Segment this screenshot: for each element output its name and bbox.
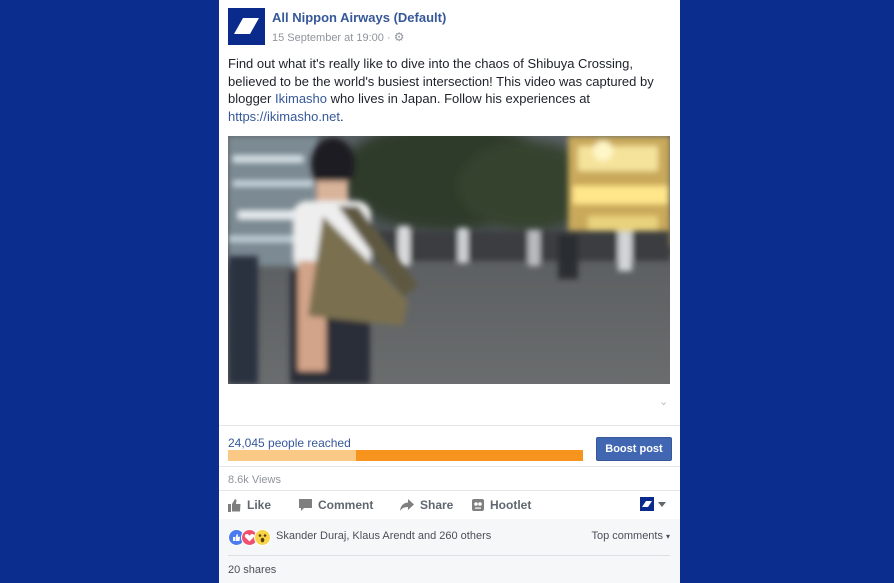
like-label: Like — [247, 498, 272, 512]
share-button[interactable]: Share — [400, 498, 453, 512]
url-link[interactable]: https://ikimasho.net — [228, 109, 340, 124]
shares-row: 20 shares — [219, 555, 680, 583]
comment-icon — [299, 499, 312, 511]
post-as-selector[interactable] — [640, 497, 666, 511]
post-timestamp[interactable]: 15 September at 19:00 — [272, 32, 384, 44]
share-label: Share — [420, 498, 454, 512]
mention-link[interactable]: Ikimasho — [275, 91, 327, 106]
like-button[interactable]: Like — [228, 498, 271, 512]
reactors-text[interactable]: Skander Duraj, Klaus Arendt and 260 othe… — [276, 530, 491, 542]
video-player[interactable] — [228, 136, 670, 384]
page-avatar[interactable] — [228, 8, 265, 45]
post-card: All Nippon Airways (Default) 15 Septembe… — [219, 0, 680, 583]
video-frame-image — [228, 136, 670, 384]
wow-reaction-icon — [254, 529, 271, 546]
message-text-middle: who lives in Japan. Follow his experienc… — [327, 91, 591, 106]
hootlet-button[interactable]: Hootlet — [472, 498, 531, 512]
people-reached-link[interactable]: 24,045 people reached — [228, 436, 351, 450]
reaction-icons[interactable] — [228, 529, 273, 546]
ana-logo-icon — [642, 501, 652, 507]
views-count[interactable]: 8.6k Views — [228, 474, 281, 486]
shares-count[interactable]: 20 shares — [228, 564, 276, 576]
caret-down-icon — [658, 501, 666, 507]
meta-separator: · — [383, 32, 394, 44]
ana-logo-icon — [234, 18, 259, 34]
top-comments-label: Top comments — [591, 530, 663, 542]
reactions-row: Skander Duraj, Klaus Arendt and 260 othe… — [219, 519, 680, 555]
thumbs-up-icon — [228, 498, 241, 512]
message-text-end: . — [340, 108, 344, 124]
hootlet-label: Hootlet — [490, 498, 532, 512]
boost-post-button[interactable]: Boost post — [596, 437, 672, 461]
page-mini-avatar — [640, 497, 654, 511]
post-message: Find out what it's really like to dive i… — [228, 55, 673, 125]
post-meta: 15 September at 19:00 · ⚙ — [272, 30, 404, 44]
reach-organic-fill — [228, 450, 356, 461]
gear-icon[interactable]: ⚙ — [394, 30, 405, 44]
divider — [228, 555, 670, 556]
page-name-link[interactable]: All Nippon Airways (Default) — [272, 10, 446, 25]
top-comments-dropdown[interactable]: Top comments ▾ — [591, 530, 670, 542]
reach-progress-bar — [228, 450, 583, 461]
insights-bar: 24,045 people reached Boost post — [219, 425, 680, 466]
views-row: 8.6k Views — [219, 466, 680, 491]
share-arrow-icon — [400, 499, 414, 511]
action-bar: Like Comment Share Hootlet — [219, 490, 680, 520]
hootlet-owl-icon — [472, 499, 484, 511]
caret-down-icon: ▾ — [665, 531, 670, 541]
comment-label: Comment — [318, 498, 374, 512]
comment-button[interactable]: Comment — [299, 498, 373, 512]
post-header: All Nippon Airways (Default) 15 Septembe… — [228, 8, 670, 48]
chevron-down-icon[interactable]: ⌄ — [659, 395, 668, 408]
